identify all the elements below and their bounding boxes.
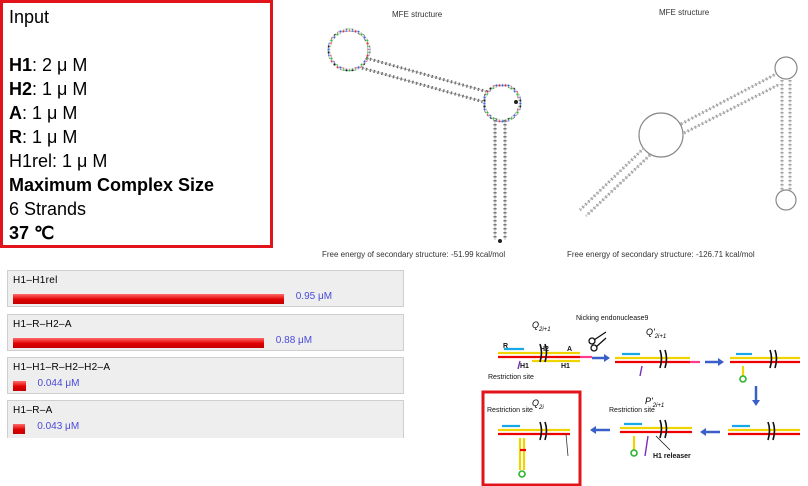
complex-top-right <box>730 349 800 383</box>
mfe-left-structure <box>327 28 522 243</box>
arrow-left-2 <box>590 426 610 434</box>
h1rel-concentration: H1rel: 1 μ M <box>9 151 108 171</box>
mfe-right-structure <box>578 56 798 218</box>
mfe-title-right: MFE structure <box>659 8 710 17</box>
scheme-drawing <box>481 331 800 486</box>
result-row: H1–R–A 0.043 μM <box>7 400 404 438</box>
concentration-bar <box>13 381 26 391</box>
complex-name: H1–R–H2–A <box>13 319 72 330</box>
concentration-bar <box>13 424 26 434</box>
concentration-bar <box>13 294 284 304</box>
scissors-icon <box>588 331 607 352</box>
arrow-right-1 <box>592 354 610 362</box>
temperature: 37 ℃ <box>9 223 55 243</box>
highlight-box <box>481 390 582 486</box>
a-concentration: A: 1 μ M <box>9 103 78 123</box>
mfe-energy-right: Free energy of secondary structure: -126… <box>567 250 755 259</box>
arrow-down <box>752 386 760 406</box>
input-title: Input <box>9 7 50 27</box>
complex-p-bottom <box>620 419 692 457</box>
concentration-value: 0.88 μM <box>275 335 313 346</box>
complex-qp-top <box>615 349 700 377</box>
result-row: H1–H1–R–H2–H2–A 0.044 μM <box>7 357 404 394</box>
h1-concentration: H1: 2 μ M <box>9 55 88 75</box>
result-row: H1–R–H2–A 0.88 μM <box>7 314 404 351</box>
result-row: H1–H1rel 0.95 μM <box>7 270 404 307</box>
concentration-bar <box>13 338 264 348</box>
concentration-value: 0.044 μM <box>37 378 80 389</box>
arrow-left-1 <box>700 428 720 436</box>
concentration-value: 0.043 μM <box>37 421 80 432</box>
complex-name: H1–R–A <box>13 405 53 416</box>
input-panel: Input H1: 2 μ M H2: 1 μ M A: 1 μ M R: 1 … <box>0 0 273 248</box>
strand-count: 6 Strands <box>9 199 87 219</box>
complex-q-top <box>498 343 592 370</box>
complex-name: H1–H1rel <box>13 275 58 286</box>
concentration-value: 0.95 μM <box>295 291 333 302</box>
complex-q-bottom <box>498 421 570 478</box>
complex-name: H1–H1–R–H2–H2–A <box>13 362 111 373</box>
max-complex-label: Maximum Complex Size <box>9 175 215 195</box>
mfe-title-left: MFE structure <box>392 10 443 19</box>
r-concentration: R: 1 μ M <box>9 127 78 147</box>
reaction-scheme: Q2i+1 Nicking endonuclease9 Q'2i+1 R H1 … <box>480 310 805 486</box>
complex-bottom-right <box>728 421 800 441</box>
arrow-right-2 <box>705 358 724 366</box>
mfe-energy-left: Free energy of secondary structure: -51.… <box>322 250 506 259</box>
h2-concentration: H2: 1 μ M <box>9 79 88 99</box>
mfe-structures <box>327 28 798 243</box>
